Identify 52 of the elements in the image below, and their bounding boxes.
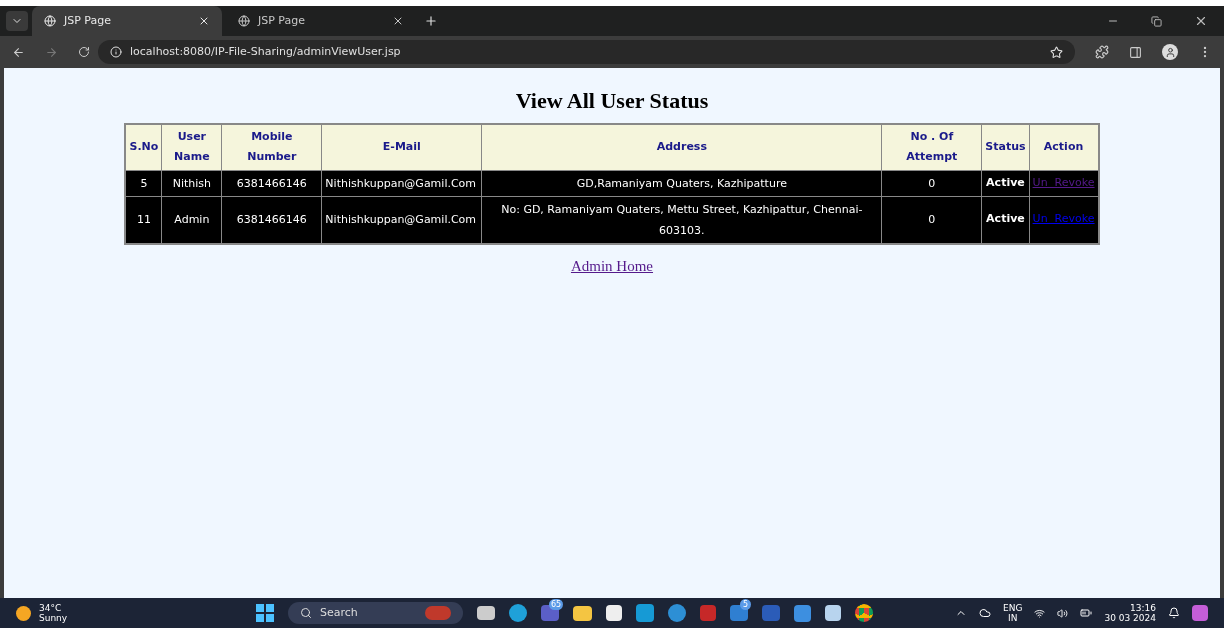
taskbar-search-field[interactable]: Search: [288, 602, 463, 624]
bell-icon[interactable]: [1168, 607, 1180, 619]
column-header: Address: [481, 124, 882, 170]
sun-icon: [16, 605, 31, 621]
column-header: S.No: [125, 124, 162, 170]
table-cell: Active: [981, 170, 1030, 196]
close-icon[interactable]: [198, 15, 210, 27]
start-icon[interactable]: [256, 604, 274, 622]
table-cell: GD,Ramaniyam Quaters, Kazhipatture: [481, 170, 882, 196]
close-icon[interactable]: [392, 15, 404, 27]
table-cell: 6381466146: [221, 170, 322, 196]
table-cell: 0: [881, 170, 982, 196]
profile-icon[interactable]: [1162, 44, 1178, 60]
search-icon: [300, 607, 312, 619]
region-indicator: IN: [1008, 613, 1018, 623]
weather-temperature: 34°C: [39, 603, 63, 613]
volume-icon[interactable]: [1057, 607, 1069, 619]
bookmark-star-icon[interactable]: [1050, 45, 1063, 59]
restore-icon[interactable]: [1151, 15, 1162, 27]
side-panel-icon[interactable]: [1129, 45, 1142, 59]
extensions-icon[interactable]: [1095, 45, 1109, 59]
browser-tab[interactable]: JSP Page: [32, 6, 222, 36]
globe-icon: [238, 15, 250, 27]
weather-condition: Sunny: [39, 613, 68, 623]
new-tab-icon[interactable]: [424, 14, 438, 28]
browser-tab[interactable]: JSP Page: [226, 6, 416, 36]
reload-icon[interactable]: [78, 46, 90, 58]
notification-badge: 5: [740, 599, 752, 610]
column-header: E-Mail: [321, 124, 482, 170]
notification-badge: 65: [549, 599, 564, 610]
info-icon[interactable]: [110, 46, 122, 58]
column-header: Status: [981, 124, 1030, 170]
clock-time: 13:16: [1130, 603, 1156, 613]
clock-date: 30 03 2024: [1104, 613, 1156, 623]
battery-icon[interactable]: [1080, 607, 1093, 619]
wifi-icon[interactable]: [1034, 607, 1046, 619]
tab-list-button[interactable]: [6, 11, 28, 31]
globe-icon: [44, 15, 56, 27]
back-icon[interactable]: [12, 45, 25, 59]
cloud-icon[interactable]: [979, 607, 992, 619]
language-indicator: ENG: [1003, 603, 1023, 613]
close-window-icon[interactable]: [1194, 14, 1208, 28]
table-cell: Nithishkuppan@Gamil.Com: [321, 170, 482, 196]
page-heading: View All User Status: [515, 87, 709, 115]
column-header: No . Of Attempt: [881, 124, 982, 170]
admin-home-link[interactable]: Admin Home: [570, 254, 654, 277]
address-bar[interactable]: localhost:8080/IP-File-Sharing/adminViewUser.jsp: [98, 40, 1075, 64]
column-header: Mobile Number: [221, 124, 322, 170]
forward-icon[interactable]: [45, 45, 58, 59]
table-cell: Nithish: [161, 170, 222, 196]
column-header: User Name: [161, 124, 222, 170]
table-cell: 5: [125, 170, 162, 196]
